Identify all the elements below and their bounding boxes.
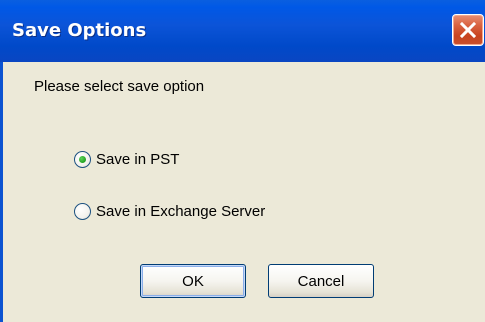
- option-save-in-exchange-server[interactable]: Save in Exchange Server: [74, 200, 265, 222]
- save-options-dialog: Save Options Please select save option S…: [0, 0, 485, 322]
- title-bar[interactable]: Save Options: [0, 0, 485, 62]
- close-icon: [459, 21, 477, 39]
- radio-button-exchange[interactable]: [74, 202, 91, 220]
- cancel-button[interactable]: Cancel: [268, 264, 374, 298]
- option-label-pst[interactable]: Save in PST: [96, 151, 179, 168]
- option-label-exchange[interactable]: Save in Exchange Server: [96, 203, 265, 220]
- close-button[interactable]: [452, 14, 484, 46]
- prompt-label: Please select save option: [34, 78, 205, 95]
- radio-selected-dot: [79, 155, 86, 163]
- option-save-in-pst[interactable]: Save in PST: [74, 148, 179, 170]
- radio-button-pst[interactable]: [74, 150, 91, 168]
- ok-button[interactable]: OK: [140, 264, 246, 298]
- window-title: Save Options: [12, 20, 147, 41]
